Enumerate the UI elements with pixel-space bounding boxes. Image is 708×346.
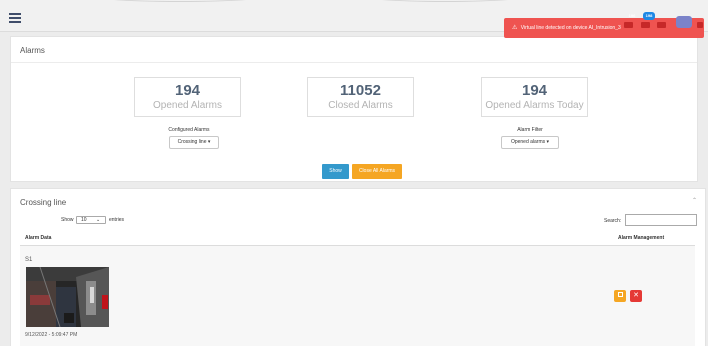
bell-icon[interactable] [641, 22, 650, 28]
caret-down-icon: ▾ [546, 139, 550, 145]
notification-badge-blue[interactable]: 198 [643, 12, 655, 20]
stat-value: 194 [521, 82, 548, 99]
stat-label: Opened Alarms [153, 100, 222, 111]
stat-closed-alarms: 11052 Closed Alarms [307, 77, 414, 117]
navbar-decoration [80, 0, 280, 2]
alarm-timestamp: 9/12/2022 - 5:09:47 PM [25, 332, 78, 338]
close-all-alarms-button[interactable]: Close All Alarms [352, 164, 402, 179]
stat-label: Closed Alarms [328, 100, 393, 111]
stat-opened-alarms: 194 Opened Alarms [134, 77, 241, 117]
row-id: S1 [25, 257, 33, 263]
chevron-up-icon[interactable]: ⌃ [692, 197, 697, 204]
stat-value: 11052 [340, 82, 381, 99]
search-label: Search: [604, 218, 622, 224]
panel-title: Alarms [20, 46, 45, 55]
stat-opened-alarms-today: 194 Opened Alarms Today [481, 77, 588, 117]
caret-down-icon: ▾ [207, 139, 211, 145]
crossing-line-panel: Crossing line ⌃ Show 10 ⌄ entries Search… [10, 188, 706, 346]
notification-badge-red[interactable]: 196 [626, 12, 638, 20]
configured-alarms-label: Configured Alarms [168, 127, 210, 133]
column-header-alarm-management[interactable]: Alarm Management [618, 235, 664, 241]
stop-icon [617, 291, 623, 297]
configured-alarms-value: Crossing line [177, 139, 207, 145]
alarm-filter-label: Alarm Filter [517, 127, 543, 133]
grid-icon[interactable] [657, 22, 666, 28]
alarm-snapshot[interactable] [26, 267, 109, 327]
entries-select[interactable]: 10 ⌄ [76, 216, 106, 224]
alarm-filter-value: Opened alarms [510, 139, 546, 145]
panel-title: Crossing line [20, 198, 67, 207]
user-icon[interactable] [697, 22, 703, 28]
navbar-decoration [350, 0, 540, 2]
close-icon: ✕ [633, 292, 639, 299]
configured-alarms-select[interactable]: Crossing line ▾ [169, 136, 219, 149]
alert-toast[interactable]: ⚠ Virtual line detected on device AI_Int… [504, 18, 704, 38]
snapshot-image [26, 267, 109, 327]
hamburger-menu-icon[interactable] [9, 13, 21, 23]
column-header-alarm-data[interactable]: Alarm Data [25, 235, 51, 241]
toast-message: Virtual line detected on device AI_Intru… [520, 25, 621, 31]
search-input[interactable] [625, 214, 697, 226]
panel-divider [11, 62, 697, 63]
entries-value: 10 [81, 217, 87, 223]
avatar[interactable] [676, 16, 692, 28]
show-button[interactable]: Show [322, 164, 349, 179]
stat-label: Opened Alarms Today [485, 100, 584, 111]
alarms-panel: Alarms 194 Opened Alarms 11052 Closed Al… [10, 36, 698, 182]
show-label: Show [61, 217, 74, 223]
envelope-icon[interactable] [624, 22, 633, 28]
chevron-down-icon: ⌄ [95, 217, 101, 223]
close-alarm-button[interactable]: ✕ [630, 290, 642, 302]
stop-button[interactable] [614, 290, 626, 302]
stat-value: 194 [174, 82, 201, 99]
table-row [20, 246, 695, 346]
warning-icon: ⚠ [512, 25, 518, 31]
entries-label: entries [109, 217, 125, 223]
alarm-filter-select[interactable]: Opened alarms ▾ [501, 136, 559, 149]
